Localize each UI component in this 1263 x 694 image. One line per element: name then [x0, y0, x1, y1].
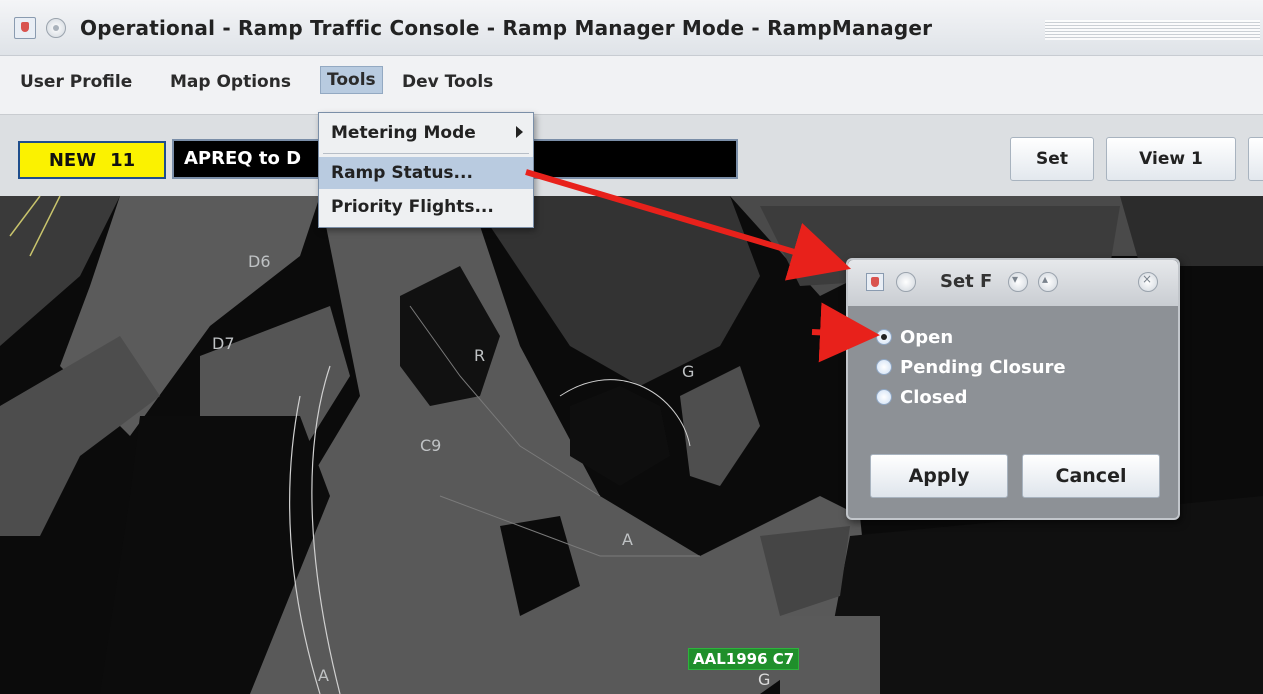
set-button[interactable]: Set — [1010, 137, 1094, 181]
menu-dev-tools[interactable]: Dev Tools — [402, 72, 493, 92]
new-label: NEW — [48, 149, 97, 171]
menu-user-profile[interactable]: User Profile — [20, 72, 132, 92]
gate-label: G — [758, 670, 771, 689]
close-icon[interactable]: × — [1138, 272, 1158, 292]
menu-separator — [323, 153, 529, 154]
dialog-menu-button[interactable] — [896, 272, 916, 292]
dialog-title-bar[interactable]: Set F ▾ ▴ × — [848, 260, 1178, 306]
flight-tag-aal1996[interactable]: AAL1996 C7 — [688, 648, 800, 670]
title-drag-grip[interactable] — [1045, 20, 1260, 40]
map-label-d6: D6 — [248, 252, 271, 271]
apply-button[interactable]: Apply — [870, 454, 1008, 498]
map-label-a-lower: A — [318, 666, 329, 685]
radio-open[interactable]: Open — [876, 324, 953, 350]
radio-pending-closure[interactable]: Pending Closure — [876, 354, 1066, 380]
map-label-r: R — [474, 346, 486, 365]
java-app-icon[interactable] — [14, 17, 36, 39]
menu-item-ramp-status[interactable]: Ramp Status... — [319, 157, 533, 189]
map-label-c9: C9 — [420, 436, 442, 455]
menu-map-options[interactable]: Map Options — [170, 72, 291, 92]
tools-dropdown-menu: Metering Mode Ramp Status... Priority Fl… — [318, 112, 534, 228]
radio-button[interactable] — [876, 359, 892, 375]
window-menu-button[interactable] — [46, 18, 66, 38]
menu-item-priority-flights[interactable]: Priority Flights... — [319, 191, 533, 223]
radio-closed-label: Closed — [900, 386, 968, 408]
cancel-button[interactable]: Cancel — [1022, 454, 1160, 498]
new-count: 11 — [110, 149, 136, 171]
metering-mode-label: Metering Mode — [331, 123, 476, 143]
window-title-bar: Operational - Ramp Traffic Console - Ram… — [0, 0, 1263, 56]
radio-closed[interactable]: Closed — [876, 384, 968, 410]
radio-open-label: Open — [900, 326, 954, 348]
view-1-button[interactable]: View 1 — [1106, 137, 1236, 181]
maximize-icon[interactable]: ▴ — [1038, 272, 1058, 292]
submenu-arrow-icon — [516, 126, 523, 138]
toolbar-button-partial[interactable] — [1248, 137, 1263, 181]
new-alerts-badge[interactable]: NEW 11 — [18, 141, 166, 179]
map-label-g: G — [682, 362, 695, 381]
radio-button[interactable] — [876, 389, 892, 405]
map-label-a: A — [622, 530, 633, 549]
radio-pending-closure-label: Pending Closure — [900, 356, 1066, 378]
toolbar: NEW 11 APREQ to D Set View 1 — [0, 114, 1263, 196]
menu-bar: User Profile Map Options Tools Dev Tools — [0, 56, 1263, 114]
java-app-icon — [866, 273, 884, 291]
menu-item-metering-mode[interactable]: Metering Mode — [319, 117, 533, 149]
window-title: Operational - Ramp Traffic Console - Ram… — [80, 16, 933, 40]
ramp-status-dialog: Set F ▾ ▴ × Open Pending Closure Closed … — [846, 258, 1180, 520]
map-label-d7: D7 — [212, 334, 235, 353]
radio-button-selected[interactable] — [876, 329, 892, 345]
minimize-icon[interactable]: ▾ — [1008, 272, 1028, 292]
menu-tools[interactable]: Tools — [320, 66, 383, 94]
dialog-title: Set F — [940, 271, 993, 292]
